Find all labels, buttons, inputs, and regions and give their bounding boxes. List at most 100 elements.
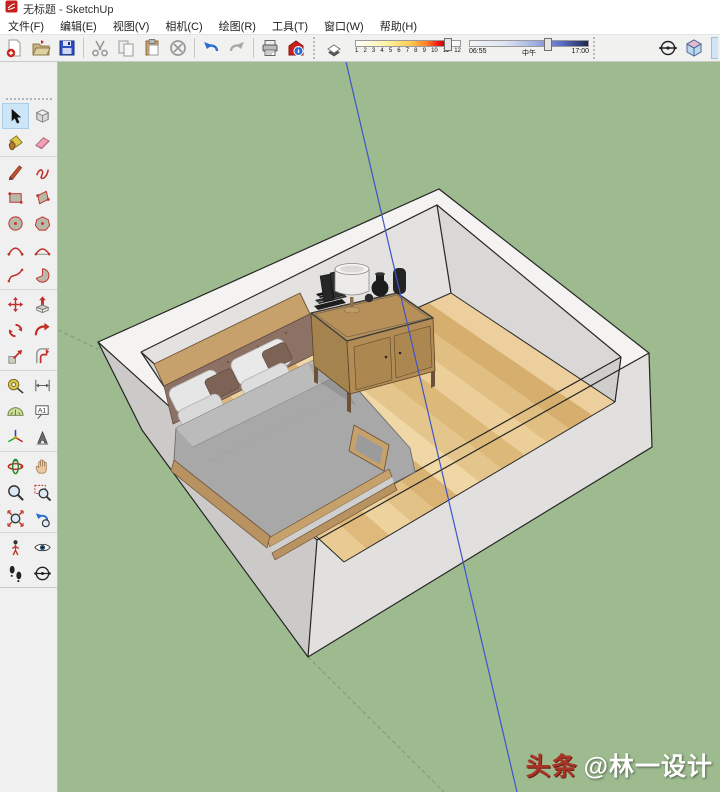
- toolbar-model-info-button[interactable]: [283, 36, 309, 60]
- erase-icon: [168, 38, 188, 58]
- tool-orbit[interactable]: [2, 453, 29, 479]
- open-icon: [31, 38, 51, 58]
- section-plane-icon: [33, 564, 52, 583]
- toolbar-separator: [194, 38, 195, 58]
- tool-axes[interactable]: [2, 424, 29, 450]
- tool-tape-measure[interactable]: [2, 372, 29, 398]
- toolbar-print-button[interactable]: [257, 36, 283, 60]
- toolbar-separator: [253, 38, 254, 58]
- zoom-window-icon: [33, 483, 52, 502]
- toolbar-open-button[interactable]: [28, 36, 54, 60]
- tool-zoom-window[interactable]: [29, 479, 56, 505]
- toolbar-separator: [593, 37, 597, 59]
- tool-position-camera[interactable]: [2, 534, 29, 560]
- tool-pan[interactable]: [29, 453, 56, 479]
- shadow-toolbar: 123456789101112 06:55 中午 17:00: [321, 37, 589, 60]
- menu-e[interactable]: 编辑(E): [52, 18, 105, 34]
- tool-follow-me[interactable]: [29, 317, 56, 343]
- tool-pie[interactable]: [29, 262, 56, 288]
- toolbar-copy-button[interactable]: [113, 36, 139, 60]
- circle-icon: [6, 214, 25, 233]
- viewport-3d[interactable]: 头条@林一设计: [58, 62, 720, 792]
- shadow-date-track[interactable]: [355, 40, 461, 47]
- tool-line[interactable]: [2, 158, 29, 184]
- pie-icon: [33, 266, 52, 285]
- toolbar-erase-button[interactable]: [165, 36, 191, 60]
- tool-section-plane[interactable]: [29, 560, 56, 586]
- model-scene: [58, 62, 719, 792]
- tool-dimension[interactable]: [29, 372, 56, 398]
- toolbar-redo-button[interactable]: [224, 36, 250, 60]
- shadow-date-slider-handle[interactable]: [444, 38, 452, 51]
- menu-v[interactable]: 视图(V): [105, 18, 158, 34]
- tool-two-point-arc[interactable]: [29, 236, 56, 262]
- tool-look-around[interactable]: [29, 534, 56, 560]
- date-tick-label: 6: [397, 48, 400, 54]
- print-icon: [260, 38, 280, 58]
- toolbar-xray-mode-button[interactable]: [681, 36, 707, 60]
- watermark-handle: @林一设计: [584, 753, 713, 781]
- shadow-time-track[interactable]: [469, 40, 589, 47]
- tool-make-component[interactable]: [29, 103, 56, 129]
- date-tick-label: 9: [423, 48, 426, 54]
- tool-walk[interactable]: [2, 560, 29, 586]
- tool-rectangle[interactable]: [2, 184, 29, 210]
- tool-three-point-arc[interactable]: [2, 262, 29, 288]
- tool-rotate[interactable]: [2, 317, 29, 343]
- menu-h[interactable]: 帮助(H): [372, 18, 425, 34]
- toolbar-new-button[interactable]: [2, 36, 28, 60]
- walk-icon: [6, 564, 25, 583]
- toolbar-cut-button[interactable]: [87, 36, 113, 60]
- tool-text[interactable]: A1: [29, 398, 56, 424]
- protractor-icon: [6, 402, 25, 421]
- tool-polygon[interactable]: [29, 210, 56, 236]
- tool-scale[interactable]: [2, 343, 29, 369]
- tool-zoom[interactable]: [2, 479, 29, 505]
- window-title: 无标题 - SketchUp: [23, 1, 113, 17]
- tool-zoom-previous[interactable]: [29, 505, 56, 531]
- tool-arc[interactable]: [2, 236, 29, 262]
- menu-t[interactable]: 工具(T): [264, 18, 316, 34]
- pan-icon: [33, 457, 52, 476]
- date-tick-label: 8: [414, 48, 417, 54]
- tool-protractor[interactable]: [2, 398, 29, 424]
- tool-move[interactable]: [2, 291, 29, 317]
- shadow-date-slider[interactable]: 123456789101112: [355, 40, 461, 54]
- tool-zoom-extents[interactable]: [2, 505, 29, 531]
- tool-paint-bucket[interactable]: [2, 129, 29, 155]
- tool-freehand[interactable]: [29, 158, 56, 184]
- shadow-time-slider-handle[interactable]: [544, 38, 552, 51]
- tape-measure-icon: [6, 376, 25, 395]
- toolbar-undo-button[interactable]: [198, 36, 224, 60]
- menu-r[interactable]: 绘图(R): [211, 18, 264, 34]
- menu-w[interactable]: 窗口(W): [316, 18, 372, 34]
- tool-push-pull[interactable]: [29, 291, 56, 317]
- toolbar-standard-group: [2, 36, 309, 60]
- copy-icon: [116, 38, 136, 58]
- tool-eraser[interactable]: [29, 129, 56, 155]
- rotated-rectangle-icon: [33, 188, 52, 207]
- shadow-time-slider[interactable]: 06:55 中午 17:00: [469, 40, 589, 58]
- freehand-icon: [33, 162, 52, 181]
- tool-offset[interactable]: [29, 343, 56, 369]
- save-icon: [57, 38, 77, 58]
- date-tick-label: 3: [372, 48, 375, 54]
- sketchup-window: 无标题 - SketchUp 文件(F)编辑(E)视图(V)相机(C)绘图(R)…: [0, 0, 720, 792]
- tool-rotated-rectangle[interactable]: [29, 184, 56, 210]
- partial-cropped-button[interactable]: [711, 37, 718, 59]
- toolbar-paste-button[interactable]: [139, 36, 165, 60]
- tool-circle[interactable]: [2, 210, 29, 236]
- new-icon: [5, 38, 25, 58]
- palette-groups: A1: [0, 102, 57, 588]
- menu-f[interactable]: 文件(F): [0, 18, 52, 34]
- shadow-toggle-button[interactable]: [321, 40, 347, 60]
- toolbar-save-button[interactable]: [54, 36, 80, 60]
- palette-drag-handle[interactable]: [6, 98, 52, 100]
- tool-3d-text[interactable]: [29, 424, 56, 450]
- paste-icon: [142, 38, 162, 58]
- menu-c[interactable]: 相机(C): [157, 18, 210, 34]
- palette-group: [0, 290, 57, 371]
- tool-select[interactable]: [2, 103, 29, 129]
- toolbar-section-display-button[interactable]: [655, 36, 681, 60]
- door-handle: [385, 356, 388, 359]
